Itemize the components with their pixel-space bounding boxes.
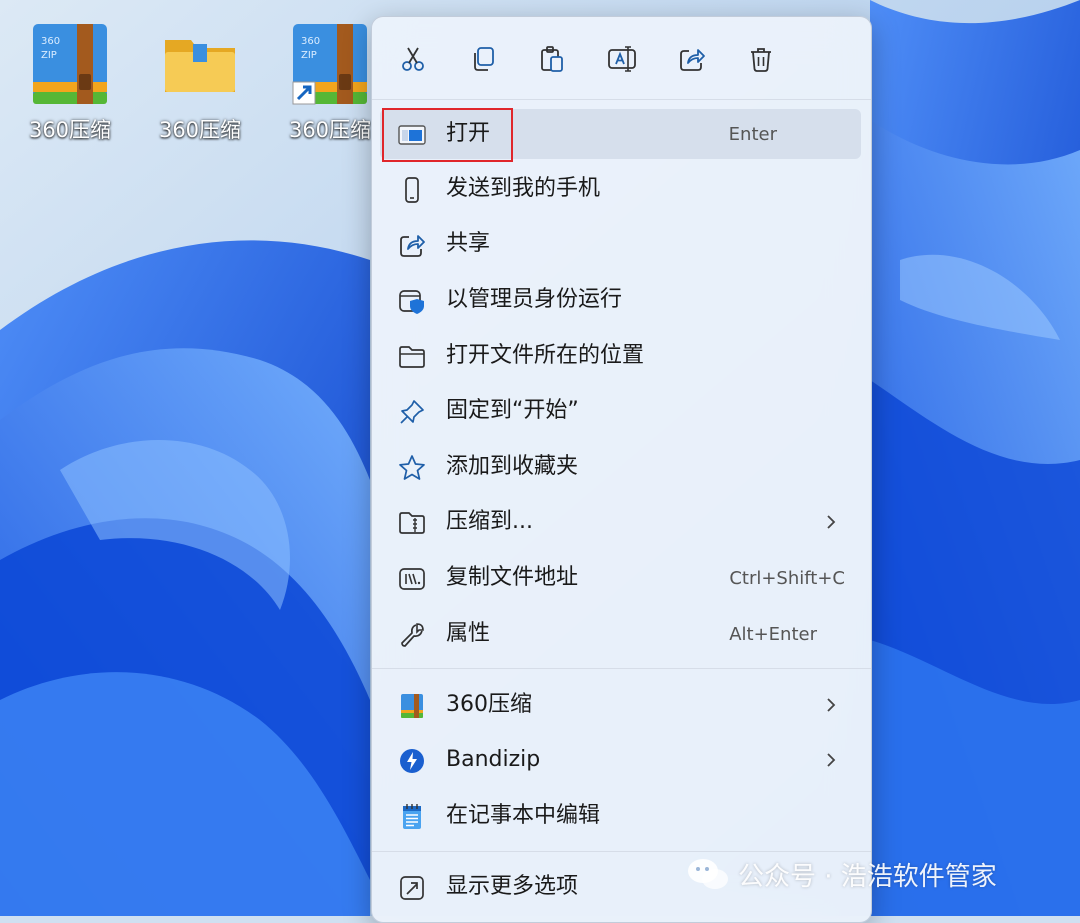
menu-item-shortcut: Alt+Enter bbox=[729, 624, 817, 645]
menu-item-label: 发送到我的手机 bbox=[446, 176, 601, 201]
rename-icon bbox=[608, 46, 636, 72]
open-window-icon bbox=[398, 121, 426, 149]
cut-button[interactable] bbox=[393, 39, 433, 79]
folder-icon bbox=[165, 40, 235, 92]
pin-icon bbox=[398, 398, 426, 426]
menu-item-360zip[interactable]: 360压缩 bbox=[380, 680, 861, 730]
context-menu: 打开 Enter 发送到我的手机 共享 以管理员身份运行 打开文件所在的位置 固… bbox=[371, 16, 872, 923]
menu-item-pin-to-start[interactable]: 固定到“开始” bbox=[380, 386, 861, 436]
watermark: 公众号 · 浩浩软件管家 bbox=[686, 854, 997, 894]
menu-item-label: 在记事本中编辑 bbox=[446, 803, 601, 828]
star-icon bbox=[398, 454, 426, 482]
share-icon bbox=[398, 231, 426, 259]
watermark-text: 公众号 · 浩浩软件管家 bbox=[738, 861, 997, 892]
menu-item-bandizip[interactable]: Bandizip bbox=[380, 735, 861, 785]
share-icon bbox=[680, 49, 705, 71]
copy-icon bbox=[474, 47, 494, 71]
folder-open-icon bbox=[398, 343, 426, 371]
menu-item-label: 360压缩 bbox=[446, 692, 532, 717]
menu-item-label: 复制文件地址 bbox=[446, 565, 579, 590]
zip-archive-icon: 360 ZIP bbox=[33, 24, 107, 104]
chevron-right-icon bbox=[827, 698, 836, 712]
menu-item-label: 属性 bbox=[446, 621, 491, 646]
svg-text:ZIP: ZIP bbox=[41, 50, 57, 61]
menu-separator bbox=[372, 851, 871, 852]
paste-icon bbox=[541, 46, 563, 72]
desktop-icon-label: 360压缩 bbox=[158, 118, 242, 142]
menu-item-shortcut: Ctrl+Shift+C bbox=[729, 568, 845, 589]
menu-item-label: Bandizip bbox=[446, 747, 541, 772]
chevron-right-icon bbox=[827, 515, 836, 529]
menu-item-label: 打开 bbox=[446, 121, 491, 146]
admin-shield-icon bbox=[398, 287, 426, 315]
menu-item-label: 显示更多选项 bbox=[446, 874, 579, 899]
paste-button[interactable] bbox=[532, 39, 572, 79]
menu-item-properties[interactable]: 属性 Alt+Enter bbox=[380, 609, 861, 659]
menu-item-run-as-admin[interactable]: 以管理员身份运行 bbox=[380, 275, 861, 325]
menu-item-label: 打开文件所在的位置 bbox=[446, 343, 645, 368]
desktop-icon-label: 360压缩 bbox=[28, 118, 112, 142]
context-menu-toolbar bbox=[372, 17, 871, 99]
menu-item-label: 压缩到... bbox=[446, 509, 533, 534]
menu-separator bbox=[372, 668, 871, 669]
menu-item-add-to-favorites[interactable]: 添加到收藏夹 bbox=[380, 442, 861, 492]
wechat-icon bbox=[688, 859, 728, 889]
wrench-icon bbox=[398, 621, 426, 649]
svg-text:360: 360 bbox=[301, 36, 320, 47]
menu-item-copy-file-path[interactable]: 复制文件地址 Ctrl+Shift+C bbox=[380, 553, 861, 603]
desktop-icon-360zip-shortcut[interactable]: 360 ZIP 360压缩 bbox=[280, 20, 380, 142]
bandizip-app-icon bbox=[398, 747, 426, 775]
zip-folder-icon bbox=[398, 509, 426, 537]
menu-item-label: 共享 bbox=[446, 231, 491, 256]
share-toolbar-button[interactable] bbox=[672, 39, 712, 79]
phone-icon bbox=[398, 176, 426, 204]
rename-button[interactable] bbox=[602, 39, 642, 79]
desktop-icon-360zip[interactable]: 360 ZIP 360压缩 bbox=[20, 20, 120, 142]
menu-item-label: 添加到收藏夹 bbox=[446, 454, 579, 479]
menu-item-open[interactable]: 打开 Enter bbox=[380, 109, 861, 159]
menu-item-send-to-phone[interactable]: 发送到我的手机 bbox=[380, 164, 861, 214]
desktop-icon-folder[interactable]: 360压缩 bbox=[150, 20, 250, 142]
menu-item-shortcut: Enter bbox=[728, 124, 777, 145]
copy-button[interactable] bbox=[463, 39, 503, 79]
menu-item-compress-to[interactable]: 压缩到... bbox=[380, 497, 861, 547]
svg-text:360: 360 bbox=[41, 36, 60, 47]
desktop-icon-label: 360压缩 bbox=[288, 118, 372, 142]
cut-icon bbox=[402, 47, 424, 71]
zip-archive-shortcut-icon: 360 ZIP bbox=[292, 24, 367, 105]
menu-item-share[interactable]: 共享 bbox=[380, 219, 861, 269]
more-options-icon bbox=[398, 874, 426, 902]
menu-item-open-file-location[interactable]: 打开文件所在的位置 bbox=[380, 331, 861, 381]
chevron-right-icon bbox=[827, 753, 836, 767]
notepad-icon bbox=[398, 803, 426, 831]
menu-item-label: 以管理员身份运行 bbox=[446, 287, 623, 312]
copy-path-icon bbox=[398, 565, 426, 593]
360zip-app-icon bbox=[398, 692, 426, 720]
svg-text:ZIP: ZIP bbox=[301, 50, 317, 61]
delete-icon bbox=[751, 48, 771, 72]
menu-item-label: 固定到“开始” bbox=[446, 398, 579, 423]
delete-button[interactable] bbox=[741, 39, 781, 79]
menu-item-edit-in-notepad[interactable]: 在记事本中编辑 bbox=[380, 791, 861, 841]
menu-separator bbox=[372, 99, 871, 100]
